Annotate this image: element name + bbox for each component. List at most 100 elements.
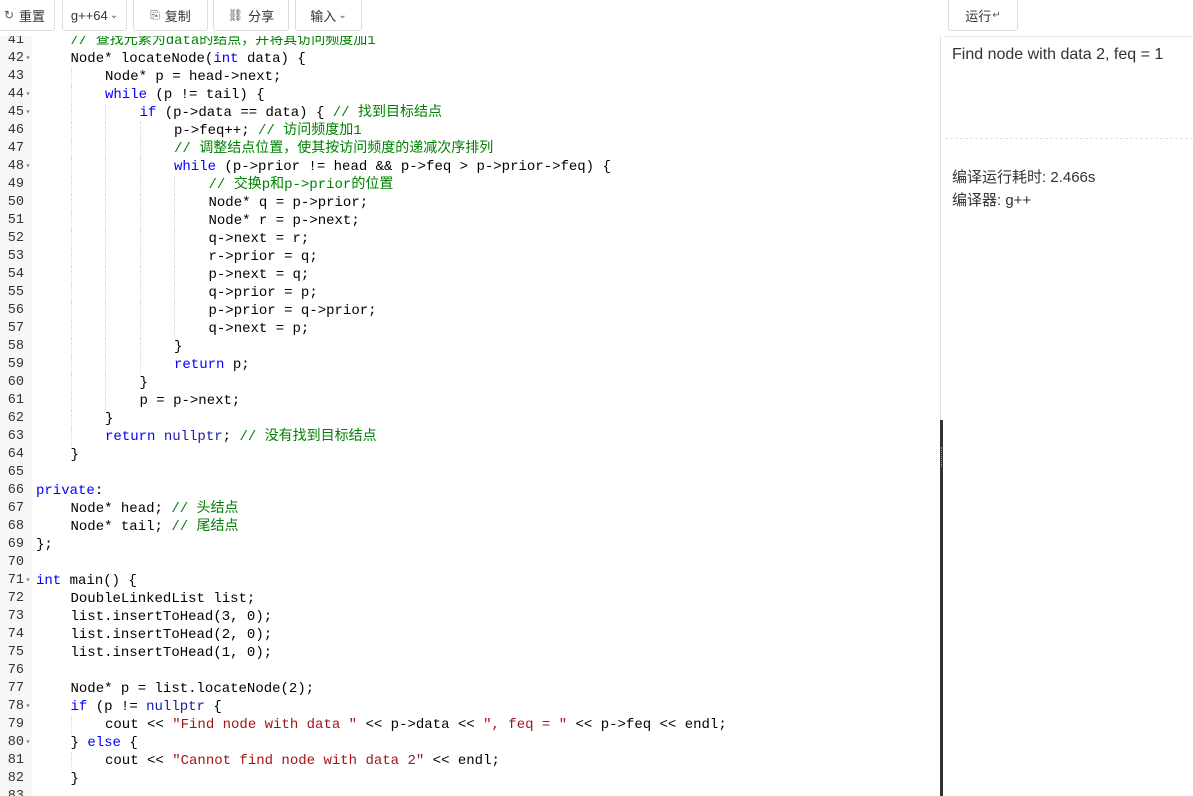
code-line: 56 p->prior = q->prior; <box>0 302 940 320</box>
code-token: r->prior = q; <box>208 249 318 265</box>
code-token: } <box>139 375 148 391</box>
code-line: 49 // 交换p和p->prior的位置 <box>0 176 940 194</box>
line-number: 45 <box>7 105 24 120</box>
line-number: 58 <box>7 339 24 354</box>
code-token: // 访问频度加1 <box>258 123 362 139</box>
code-text: Node* r = p->next; <box>209 212 360 230</box>
fold-arrow-icon[interactable]: ▾ <box>24 698 32 716</box>
compiler-label: g++64 <box>70 7 108 23</box>
code-text: p = p->next; <box>140 392 241 410</box>
code-text: while (p->prior != head && p->feq > p->p… <box>174 158 611 176</box>
indent-guide <box>70 320 72 338</box>
reset-label: 重置 <box>19 8 46 24</box>
line-number: 70 <box>7 555 24 570</box>
code-token: list.insertToHead(3, 0); <box>70 609 273 625</box>
code-editor[interactable]: 41// 查找元素为data的结点，并将其访问频度加1 42 ▾ Node* loca… <box>0 36 940 796</box>
indent-guide <box>105 374 106 392</box>
code-line: 67 Node* head; // 头结点 <box>0 500 940 518</box>
fold-arrow-icon[interactable]: ▾ <box>24 104 32 122</box>
indent-guide <box>70 230 72 248</box>
line-number: 44 <box>7 87 24 102</box>
code-text: } <box>71 770 79 788</box>
line-number: 75 <box>7 645 24 660</box>
line-number: 69 <box>7 537 24 552</box>
fold-arrow-icon[interactable]: ▾ <box>24 572 32 590</box>
line-number: 65 <box>7 465 24 480</box>
code-token: (p != tail) { <box>147 87 265 103</box>
fold-arrow-icon[interactable]: ▾ <box>24 50 32 68</box>
code-token: Node* head; <box>70 501 172 517</box>
line-number: 54 <box>7 267 24 282</box>
code-token: // 交换p和p->prior的位置 <box>208 177 394 193</box>
code-line: 72 DoubleLinkedList list; <box>0 590 940 608</box>
code-line: 68 Node* tail; // 尾结点 <box>0 518 940 536</box>
indent-guide <box>174 194 175 212</box>
code-text: // 查找元素为data的结点，并将其访问频度加1 <box>71 36 376 50</box>
copy-button[interactable]: ⎘ 复制 <box>133 0 208 31</box>
line-number: 56 <box>7 303 24 318</box>
program-output: Find node with data 2, feq = 1 <box>952 46 1164 63</box>
indent-guide <box>70 284 72 302</box>
code-token: cout << <box>105 717 173 733</box>
indent-guide <box>105 338 106 356</box>
code-token: list.insertToHead(1, 0); <box>70 645 273 661</box>
compiler-select[interactable]: g++64 ⌄ <box>62 0 127 31</box>
input-button[interactable]: 输入 ⌄ <box>295 0 362 31</box>
indent-guide <box>139 230 141 248</box>
code-token: Node* tail; <box>70 519 172 535</box>
line-number: 48 <box>7 159 24 174</box>
line-number: 71 <box>7 573 24 588</box>
code-line: 78 ▾ if (p != nullptr { <box>0 698 940 716</box>
code-line: 80 ▾} else { <box>0 734 940 752</box>
code-token: << p->feq << endl; <box>567 717 727 733</box>
code-line: 53 r->prior = q; <box>0 248 940 266</box>
line-number: 57 <box>7 321 24 336</box>
code-token: q->prior = p; <box>208 285 318 301</box>
code-token: << p->data << <box>357 717 484 733</box>
code-token: while <box>174 159 217 175</box>
fold-arrow-icon[interactable]: ▾ <box>24 86 32 104</box>
code-text: }; <box>36 536 53 554</box>
code-line: 64} <box>0 446 940 464</box>
code-text: } <box>174 338 182 356</box>
code-token: int <box>213 51 239 67</box>
indent-guide <box>70 68 72 86</box>
line-number: 43 <box>7 69 24 84</box>
share-button[interactable]: ⛓ 分享 <box>213 0 289 31</box>
compiler-info: 编译器: g++ <box>952 192 1032 209</box>
code-text: } else { <box>71 734 138 752</box>
code-token: // 头结点 <box>171 501 239 517</box>
code-token: list.insertToHead(2, 0); <box>70 627 273 643</box>
fold-arrow-icon[interactable]: ▾ <box>24 734 32 752</box>
code-token: ", feq = " <box>483 717 568 733</box>
run-button[interactable]: 运行 ↵ <box>948 0 1018 31</box>
line-number: 63 <box>7 429 24 444</box>
code-text: q->next = r; <box>209 230 310 248</box>
indent-guide <box>139 158 141 176</box>
code-token: Node* p = list.locateNode(2); <box>70 681 315 697</box>
code-token: (p->prior != head && p->feq > p->prior->… <box>216 159 611 175</box>
code-text: Node* p = list.locateNode(2); <box>71 680 315 698</box>
line-number: 64 <box>7 447 24 462</box>
indent-guide <box>70 122 72 140</box>
indent-guide <box>105 158 106 176</box>
code-text: p->feq++; // 访问频度加1 <box>174 122 362 140</box>
code-token: ; <box>222 429 240 445</box>
code-token: // 尾结点 <box>171 519 239 535</box>
fold-arrow-icon[interactable]: ▾ <box>24 158 32 176</box>
code-text: DoubleLinkedList list; <box>71 590 256 608</box>
share-label: 分享 <box>248 8 275 24</box>
code-line: 57 q->next = p; <box>0 320 940 338</box>
indent-guide <box>105 140 106 158</box>
code-line: 71 ▾ int main() { <box>0 572 940 590</box>
indent-guide <box>70 194 72 212</box>
code-token: nullptr <box>163 429 223 445</box>
line-number: 52 <box>7 231 24 246</box>
indent-guide <box>70 716 72 734</box>
code-token: p->feq++; <box>174 123 259 139</box>
code-token: "Find node with data " <box>172 717 358 733</box>
editor-scrollbar-thumb[interactable] <box>940 420 943 796</box>
code-token: { <box>120 735 138 751</box>
reset-button[interactable]: ↻ 重置 <box>0 0 55 31</box>
